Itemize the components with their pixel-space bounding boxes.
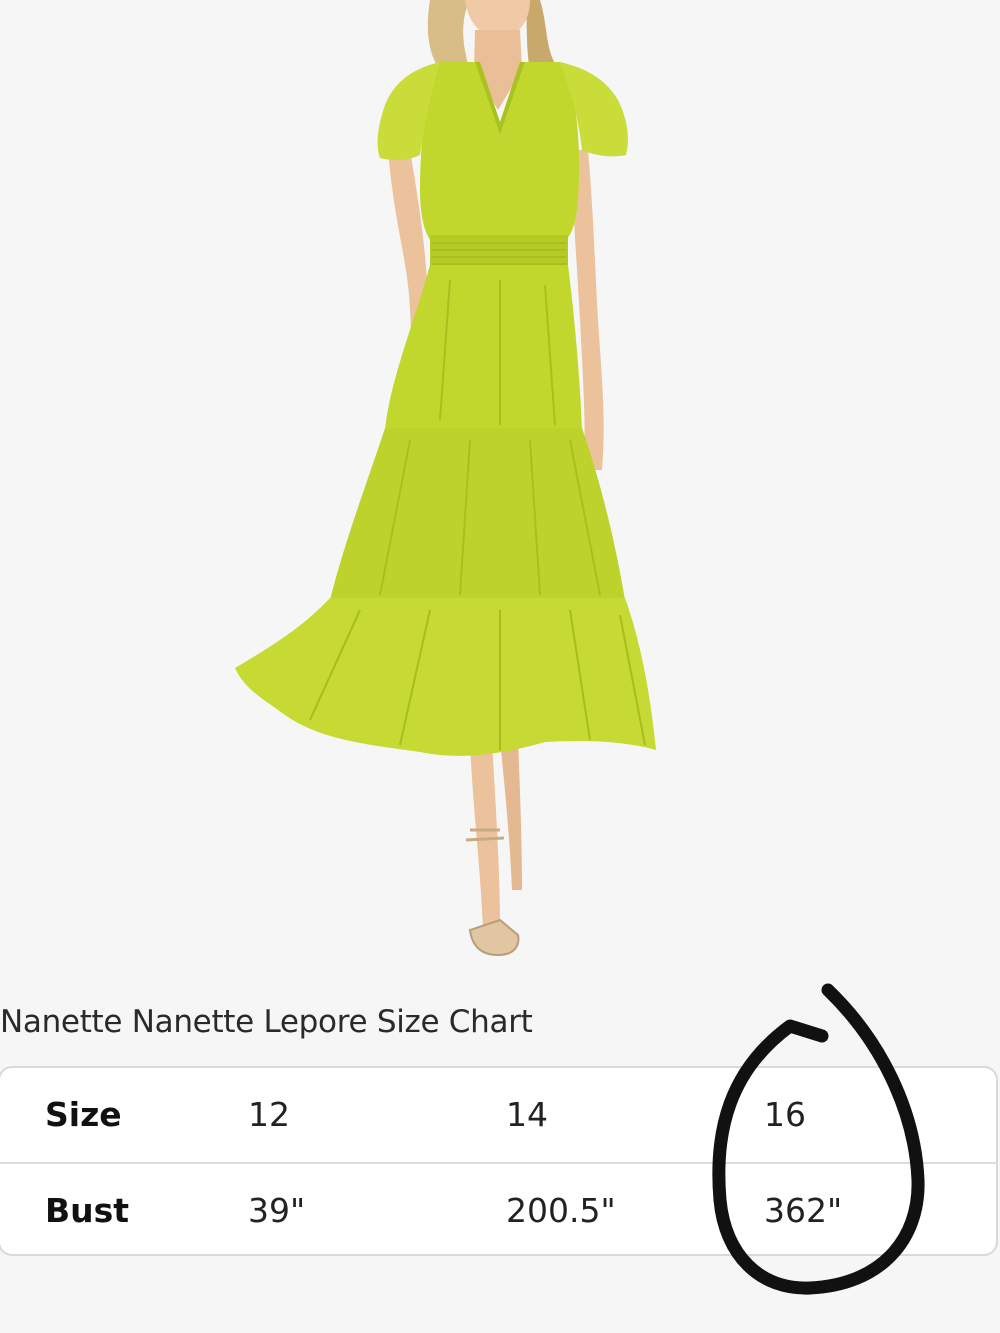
bust-value-16: 362": [764, 1191, 843, 1230]
size-chart-table: Size 12 14 16 Bust 39" 200.5" 362": [0, 1066, 998, 1256]
size-value-12: 12: [248, 1095, 290, 1134]
size-value-16: 16: [764, 1095, 806, 1134]
size-value-14: 14: [506, 1095, 548, 1134]
bust-value-12: 39": [248, 1191, 306, 1230]
page: Nanette Nanette Lepore Size Chart Size 1…: [0, 0, 1000, 1333]
bust-value-14: 200.5": [506, 1191, 616, 1230]
size-row: Size 12 14 16: [0, 1068, 996, 1162]
bust-row-label: Bust: [45, 1191, 130, 1230]
bust-row: Bust 39" 200.5" 362": [0, 1162, 996, 1254]
size-chart-title: Nanette Nanette Lepore Size Chart: [0, 1004, 533, 1040]
product-photo: [0, 0, 1000, 970]
size-row-label: Size: [45, 1095, 122, 1134]
